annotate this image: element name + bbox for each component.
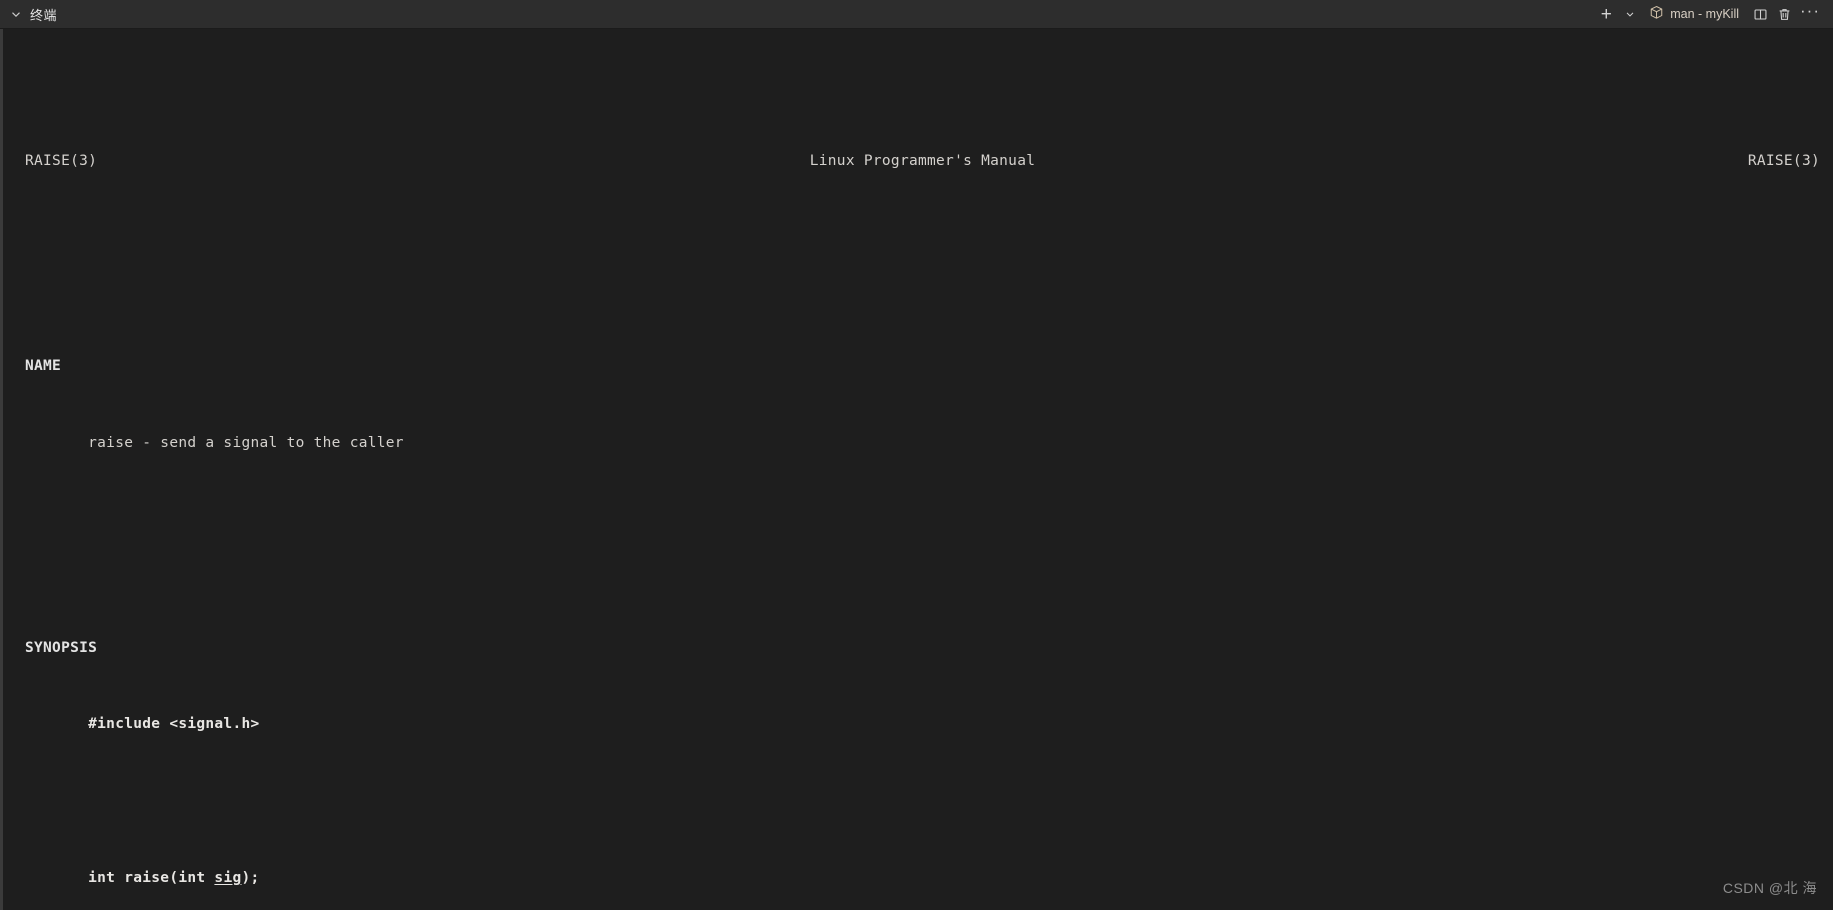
man-header-left: RAISE(3) [25,153,98,170]
section-body-name: raise - send a signal to the caller [25,431,1833,457]
prototype-pre: int raise(int [88,870,215,886]
split-editor-icon[interactable] [1749,3,1771,25]
titlebar-left-group: 终端 [8,4,57,24]
man-page-content: RAISE(3) Linux Programmer's Manual RAISE… [3,47,1833,910]
terminal-tab-label: man - myKill [1670,7,1740,21]
section-heading-synopsis: SYNOPSIS [25,639,98,656]
terminal-cube-icon [1649,5,1664,24]
man-header-right: RAISE(3) [1747,153,1820,170]
chevron-down-icon[interactable] [1619,3,1641,25]
chevron-down-icon[interactable] [8,6,24,22]
synopsis-include-line: #include <signal.h> [25,712,1833,738]
ellipsis-icon[interactable]: ··· [1797,2,1823,25]
terminal-output-area[interactable]: RAISE(3) Linux Programmer's Manual RAISE… [0,29,1833,910]
trash-icon[interactable] [1773,3,1795,25]
panel-title: 终端 [30,8,58,23]
synopsis-prototype-line: int raise(int sig); [25,866,1833,892]
man-header-center: Linux Programmer's Manual [809,153,1036,170]
plus-icon[interactable]: + [1595,3,1617,25]
csdn-watermark: CSDN @北 海 [1722,880,1817,896]
section-heading-name: NAME [25,358,62,375]
terminal-panel-titlebar: 终端 + man - myKill ··· [0,0,1833,29]
terminal-tab-man-mykill[interactable]: man - myKill [1643,3,1747,25]
prototype-post: ); [241,870,260,886]
name-text: raise - send a signal to the caller [88,434,404,451]
prototype-arg: sig [214,870,242,886]
titlebar-actions: + man - myKill ··· [1595,2,1823,25]
man-header-line: RAISE(3) Linux Programmer's Manual RAISE… [25,149,1820,175]
synopsis-include: #include <signal.h> [88,716,260,733]
